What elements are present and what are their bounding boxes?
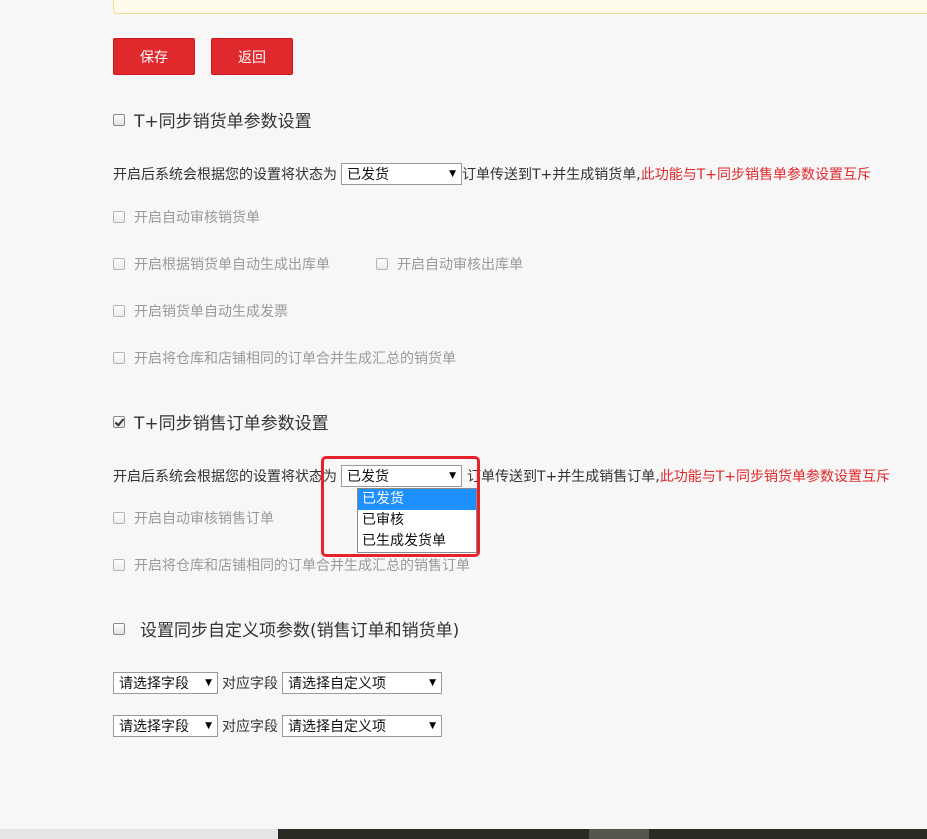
field-select[interactable]: 请选择字段 ▼ [113, 672, 218, 694]
option-auto-audit-delivery[interactable]: 开启自动审核销货单 [113, 207, 260, 227]
dropdown-option-shipped[interactable]: 已发货 [358, 489, 476, 510]
section1-status-select[interactable]: 已发货 ▼ [341, 163, 462, 185]
option-auto-audit-outbound[interactable]: 开启自动审核出库单 [376, 254, 523, 274]
custom-field-row: 请选择字段 ▼ 对应字段 请选择自定义项 ▼ [113, 672, 442, 694]
option-label: 开启销货单自动生成发票 [134, 304, 288, 320]
custom-field-row: 请选择字段 ▼ 对应字段 请选择自定义项 ▼ [113, 715, 442, 737]
dropdown-option-audited[interactable]: 已审核 [358, 510, 476, 531]
status-dropdown-list: 已发货 已审核 已生成发货单 [357, 488, 477, 553]
section-custom-fields: 设置同步自定义项参数(销售订单和销货单) [113, 616, 459, 641]
option-label: 开启自动审核销售订单 [134, 511, 274, 527]
section1-status-value: 已发货 [347, 167, 389, 183]
dropdown-arrow-icon: ▼ [449, 169, 456, 179]
section2-desc-suffix: 订单传送到T+并生成销售订单, [467, 469, 660, 485]
option-auto-generate-outbound[interactable]: 开启根据销货单自动生成出库单 [113, 254, 330, 274]
checkbox[interactable] [113, 305, 125, 317]
section3-title: 设置同步自定义项参数(销售订单和销货单) [140, 621, 460, 641]
dropdown-arrow-icon: ▼ [429, 678, 436, 688]
section2-warning: 此功能与T+同步销货单参数设置互斥 [659, 469, 891, 485]
option-merge-sales-order[interactable]: 开启将仓库和店铺相同的订单合并生成汇总的销售订单 [113, 555, 470, 575]
save-button[interactable]: 保存 [113, 38, 195, 75]
dropdown-arrow-icon: ▼ [205, 721, 212, 731]
custom-item-select[interactable]: 请选择自定义项 ▼ [282, 672, 442, 694]
field-select[interactable]: 请选择字段 ▼ [113, 715, 218, 737]
section1-warning: 此功能与T+同步销售单参数设置互斥 [640, 167, 872, 183]
section2-status-value: 已发货 [347, 469, 389, 485]
section1-checkbox[interactable] [113, 113, 125, 126]
dropdown-arrow-icon: ▼ [205, 678, 212, 688]
option-label: 开启根据销货单自动生成出库单 [134, 257, 330, 273]
option-label: 开启将仓库和店铺相同的订单合并生成汇总的销货单 [134, 351, 456, 367]
section2-desc-prefix: 开启后系统会根据您的设置将状态为 [113, 469, 337, 485]
checkbox[interactable] [113, 352, 125, 364]
section1-desc-suffix: 订单传送到T+并生成销货单, [462, 167, 641, 183]
option-auto-generate-invoice[interactable]: 开启销货单自动生成发票 [113, 301, 288, 321]
section-sales-order-settings: T+同步销售订单参数设置 [113, 409, 329, 434]
section2-checkbox[interactable] [113, 415, 125, 428]
dropdown-arrow-icon: ▼ [449, 471, 456, 481]
option-label: 开启自动审核出库单 [397, 257, 523, 273]
section2-title: T+同步销售订单参数设置 [134, 414, 329, 434]
checkbox[interactable] [113, 559, 125, 571]
custom-select-value: 请选择自定义项 [288, 676, 386, 692]
section-sales-delivery-settings: T+同步销货单参数设置 [113, 107, 312, 132]
section1-desc-prefix: 开启后系统会根据您的设置将状态为 [113, 167, 337, 183]
section2-status-select[interactable]: 已发货 ▼ [341, 465, 462, 487]
dropdown-arrow-icon: ▼ [429, 721, 436, 731]
section2-desc-row: 开启后系统会根据您的设置将状态为 已发货 ▼ 订单传送到T+并生成销售订单, 此… [113, 465, 890, 487]
section3-checkbox[interactable] [113, 622, 125, 635]
mapping-label: 对应字段 [222, 676, 278, 692]
field-select-value: 请选择字段 [119, 719, 189, 735]
option-label: 开启将仓库和店铺相同的订单合并生成汇总的销售订单 [134, 558, 470, 574]
field-select-value: 请选择字段 [119, 676, 189, 692]
section1-title: T+同步销货单参数设置 [134, 112, 312, 132]
custom-select-value: 请选择自定义项 [288, 719, 386, 735]
option-auto-audit-sales-order[interactable]: 开启自动审核销售订单 [113, 508, 274, 528]
custom-item-select[interactable]: 请选择自定义项 ▼ [282, 715, 442, 737]
mapping-label: 对应字段 [222, 719, 278, 735]
checkbox[interactable] [113, 512, 125, 524]
dropdown-option-delivery-generated[interactable]: 已生成发货单 [358, 531, 476, 552]
section1-desc-row: 开启后系统会根据您的设置将状态为 已发货 ▼ 订单传送到T+并生成销货单, 此功… [113, 163, 871, 185]
option-label: 开启自动审核销货单 [134, 210, 260, 226]
checkbox[interactable] [113, 211, 125, 223]
taskbar-segment [589, 829, 649, 839]
option-merge-delivery[interactable]: 开启将仓库和店铺相同的订单合并生成汇总的销货单 [113, 348, 456, 368]
checkbox[interactable] [113, 258, 125, 270]
back-button[interactable]: 返回 [211, 38, 293, 75]
notice-box [113, 0, 927, 14]
checkbox[interactable] [376, 258, 388, 270]
